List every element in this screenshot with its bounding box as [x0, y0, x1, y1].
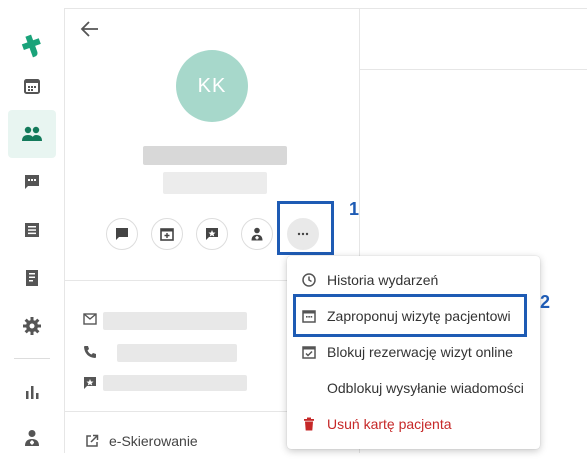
more-options-menu: Historia wydarzeń Zaproponuj wizytę pacj… — [287, 256, 540, 449]
send-message-button[interactable] — [106, 218, 138, 250]
e-skierowanie-label: e-Skierowanie — [109, 433, 198, 449]
external-link-icon — [86, 434, 99, 447]
sidebar-item-calendar[interactable] — [8, 62, 56, 110]
sidebar-divider — [14, 358, 50, 359]
doctor-icon — [25, 430, 39, 446]
trash-icon — [301, 416, 317, 432]
patient-id-redacted — [163, 172, 267, 194]
sidebar-item-doctor[interactable] — [8, 414, 56, 462]
sidebar-item-billing[interactable] — [8, 254, 56, 302]
menu-item-block-online-booking[interactable]: Blokuj rezerwację wizyt online — [287, 334, 540, 370]
gear-icon — [23, 317, 41, 335]
doctor-icon — [251, 227, 263, 241]
mail-icon — [83, 313, 99, 329]
note-redacted — [103, 375, 247, 391]
sidebar-nav — [0, 8, 65, 453]
calendar-check-icon — [301, 344, 317, 360]
phone-redacted — [117, 344, 237, 362]
list-document-icon — [25, 223, 39, 237]
menu-item-label: Usuń kartę pacjenta — [327, 416, 452, 432]
sidebar-item-patients[interactable] — [8, 110, 56, 158]
menu-item-label: Odblokuj wysyłanie wiadomości — [327, 380, 524, 396]
phone-icon — [83, 345, 99, 361]
calendar-icon — [24, 79, 40, 94]
chat-icon — [25, 175, 39, 189]
annotation-number-2: 2 — [540, 292, 551, 312]
bar-chart-icon — [26, 386, 39, 399]
sidebar-item-settings[interactable] — [8, 302, 56, 350]
assign-doctor-button[interactable] — [241, 218, 273, 250]
receipt-icon — [26, 270, 38, 286]
menu-item-delete-patient[interactable]: Usuń kartę pacjenta — [287, 406, 540, 442]
menu-item-label: Historia wydarzeń — [327, 272, 439, 288]
chat-icon — [116, 228, 128, 240]
highlight-box-1 — [277, 201, 334, 255]
sidebar-item-messages[interactable] — [8, 158, 56, 206]
email-redacted — [103, 312, 247, 330]
sidebar-item-statistics[interactable] — [8, 368, 56, 416]
avatar-initials: KK — [197, 74, 227, 97]
people-icon — [22, 126, 42, 141]
menu-item-unblock-messages[interactable]: Odblokuj wysyłanie wiadomości — [287, 370, 540, 406]
header-divider — [360, 69, 587, 70]
patient-name-redacted — [143, 146, 287, 165]
add-visit-button[interactable] — [151, 218, 183, 250]
annotation-number-1: 1 — [349, 199, 360, 219]
back-arrow-icon[interactable] — [79, 18, 101, 40]
add-note-button[interactable] — [196, 218, 228, 250]
calendar-add-icon — [160, 228, 174, 241]
sidebar-item-documents[interactable] — [8, 206, 56, 254]
avatar: KK — [176, 50, 248, 122]
menu-item-event-history[interactable]: Historia wydarzeń — [287, 262, 540, 298]
menu-item-label: Blokuj rezerwację wizyt online — [327, 344, 513, 360]
clock-icon — [301, 272, 317, 288]
e-skierowanie-link[interactable]: e-Skierowanie — [85, 433, 198, 449]
star-comment-icon — [83, 376, 99, 392]
highlight-box-2 — [293, 294, 527, 337]
star-comment-icon — [206, 228, 218, 240]
